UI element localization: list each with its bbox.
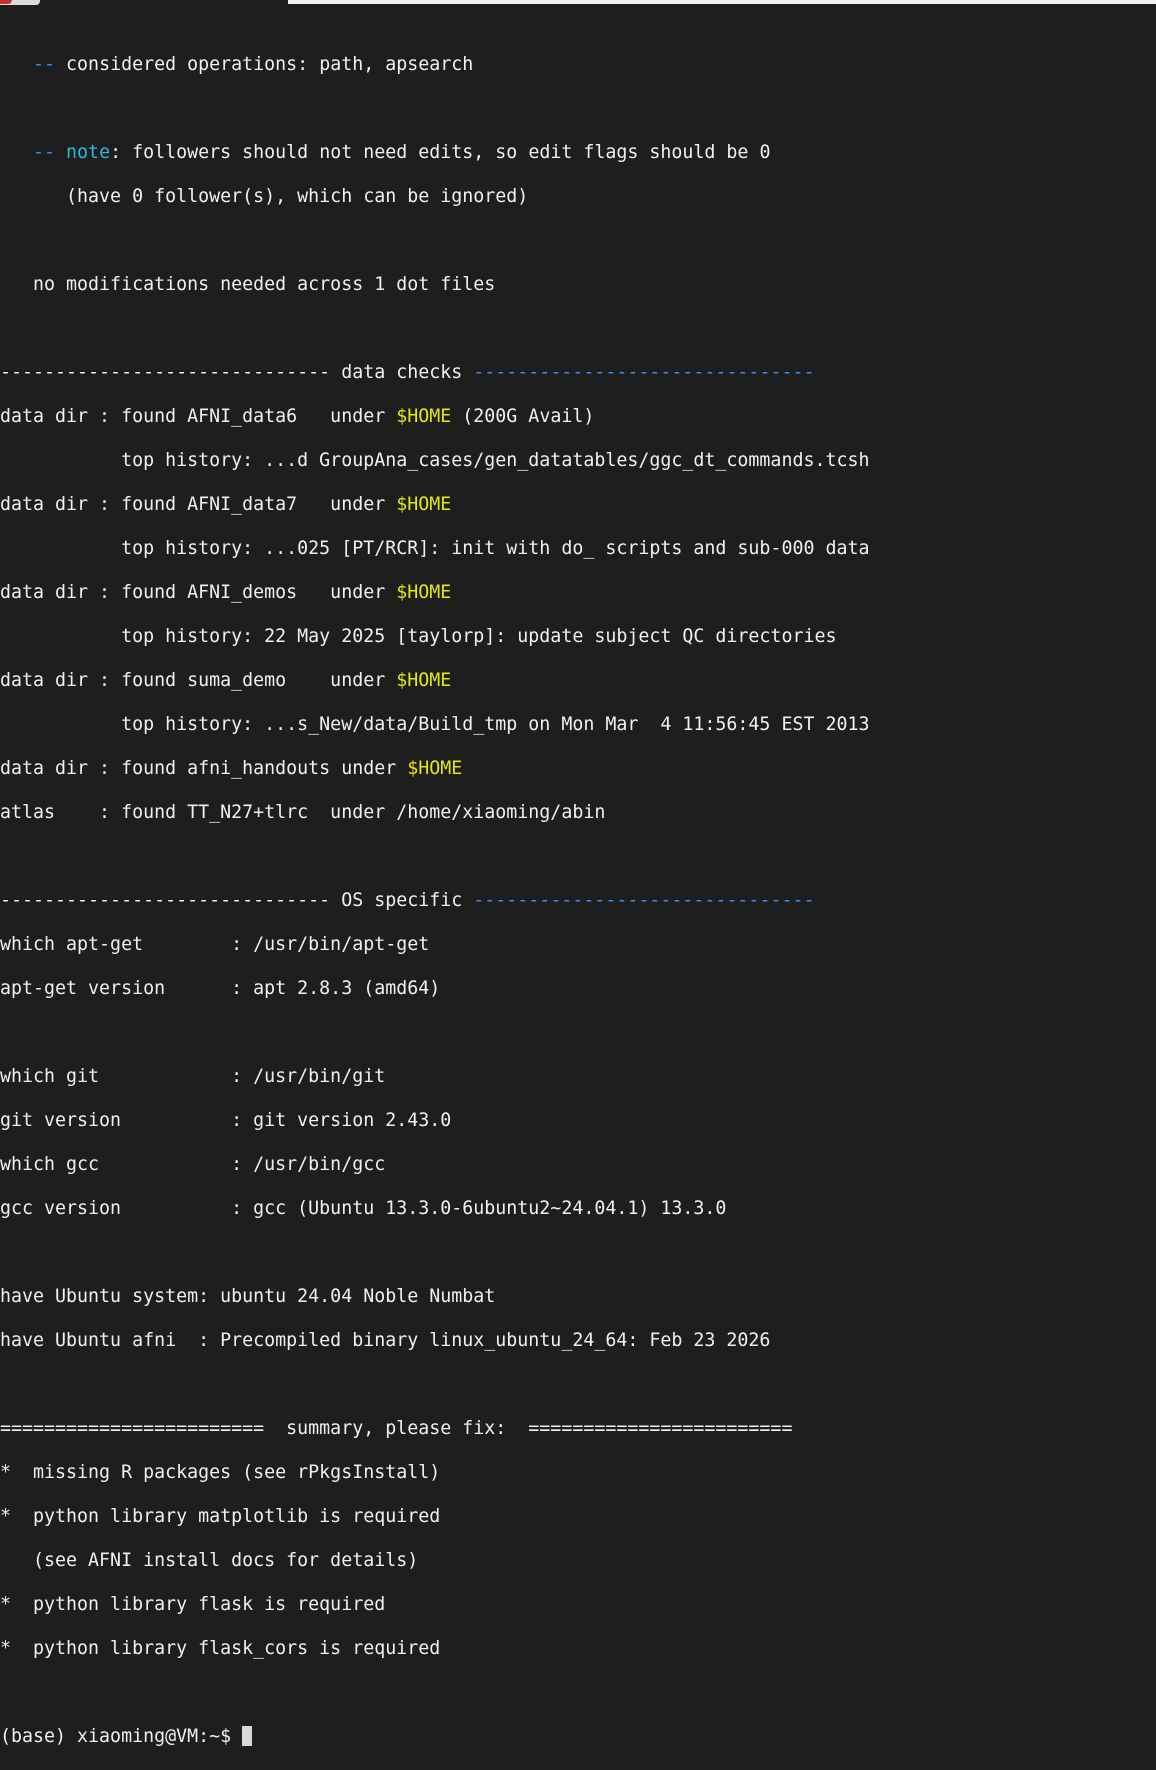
text-cursor[interactable] [242, 1726, 253, 1746]
data-dir-line: data dir : found AFNI_data7 under $HOME [0, 494, 1156, 516]
atlas-line: atlas : found TT_N27+tlrc under /home/xi… [0, 802, 606, 823]
home-var: $HOME [407, 758, 463, 779]
home-var: $HOME [396, 670, 452, 691]
note-line: -- note: followers should not need edits… [0, 142, 1156, 164]
data-dir-line: data dir : found afni_handouts under $HO… [0, 758, 1156, 780]
os-line: which git : /usr/bin/git [0, 1066, 386, 1087]
ops-prefix: -- [0, 54, 67, 75]
data-dir-text: data dir : found suma_demo under [0, 670, 397, 691]
data-dir-text: data dir : found AFNI_data6 under [0, 406, 397, 427]
data-dir-line: data dir : found AFNI_demos under $HOME [0, 582, 1156, 604]
data-checks-right-rule: ------------------------------- [473, 362, 815, 383]
history-line: top history: ...d GroupAna_cases/gen_dat… [0, 450, 870, 471]
note-line-2: (have 0 follower(s), which can be ignore… [0, 186, 529, 207]
data-dir-text: data dir : found AFNI_demos under [0, 582, 397, 603]
history-line: top history: ...025 [PT/RCR]: init with … [0, 538, 870, 559]
home-var: $HOME [396, 494, 452, 515]
history-line: top history: ...s_New/data/Build_tmp on … [0, 714, 870, 735]
os-line: git version : git version 2.43.0 [0, 1110, 452, 1131]
app-tab-icon[interactable] [0, 0, 40, 5]
terminal-output[interactable]: -- considered operations: path, apsearch… [0, 32, 1156, 1747]
os-line: which gcc : /usr/bin/gcc [0, 1154, 386, 1175]
summary-item: * python library flask_cors is required [0, 1638, 441, 1659]
os-specific-header: ------------------------------ OS specif… [0, 890, 1156, 912]
data-checks-left-rule: ------------------------------ data chec… [0, 362, 474, 383]
os-line: have Ubuntu afni : Precompiled binary li… [0, 1330, 771, 1351]
os-specific-right-rule: ------------------------------- [473, 890, 815, 911]
prompt-line[interactable]: (base) xiaoming@VM:~$ [0, 1726, 1156, 1748]
note-text: : followers should not need edits, so ed… [110, 142, 771, 163]
os-line: have Ubuntu system: ubuntu 24.04 Noble N… [0, 1286, 496, 1307]
data-dir-text: data dir : found AFNI_data7 under [0, 494, 397, 515]
data-dir-line: data dir : found AFNI_data6 under $HOME … [0, 406, 1156, 428]
data-checks-header: ------------------------------ data chec… [0, 362, 1156, 384]
os-line: which apt-get : /usr/bin/apt-get [0, 934, 430, 955]
summary-item: * python library matplotlib is required [0, 1506, 441, 1527]
summary-item: (see AFNI install docs for details) [0, 1550, 419, 1571]
history-line: top history: 22 May 2025 [taylorp]: upda… [0, 626, 837, 647]
home-var: $HOME [396, 582, 452, 603]
data-dir-line: data dir : found suma_demo under $HOME [0, 670, 1156, 692]
data-dir-avail: (200G Avail) [451, 406, 595, 427]
os-line: gcc version : gcc (Ubuntu 13.3.0-6ubuntu… [0, 1198, 727, 1219]
os-specific-left-rule: ------------------------------ OS specif… [0, 890, 474, 911]
note-prefix: -- [0, 142, 67, 163]
summary-header: ======================== summary, please… [0, 1418, 793, 1439]
shell-prompt: (base) xiaoming@VM:~$ [0, 1726, 243, 1747]
tab-bar [288, 0, 1156, 4]
note-label: note [66, 142, 111, 163]
summary-item: * python library flask is required [0, 1594, 386, 1615]
summary-item: * missing R packages (see rPkgsInstall) [0, 1462, 441, 1483]
home-var: $HOME [396, 406, 452, 427]
window-top-strip [0, 0, 1156, 5]
os-line: apt-get version : apt 2.8.3 (amd64) [0, 978, 441, 999]
nomod-line: no modifications needed across 1 dot fil… [0, 274, 496, 295]
data-dir-text: data dir : found afni_handouts under [0, 758, 408, 779]
ops-text: considered operations: path, apsearch [66, 54, 474, 75]
ops-line: -- considered operations: path, apsearch [0, 54, 1156, 76]
